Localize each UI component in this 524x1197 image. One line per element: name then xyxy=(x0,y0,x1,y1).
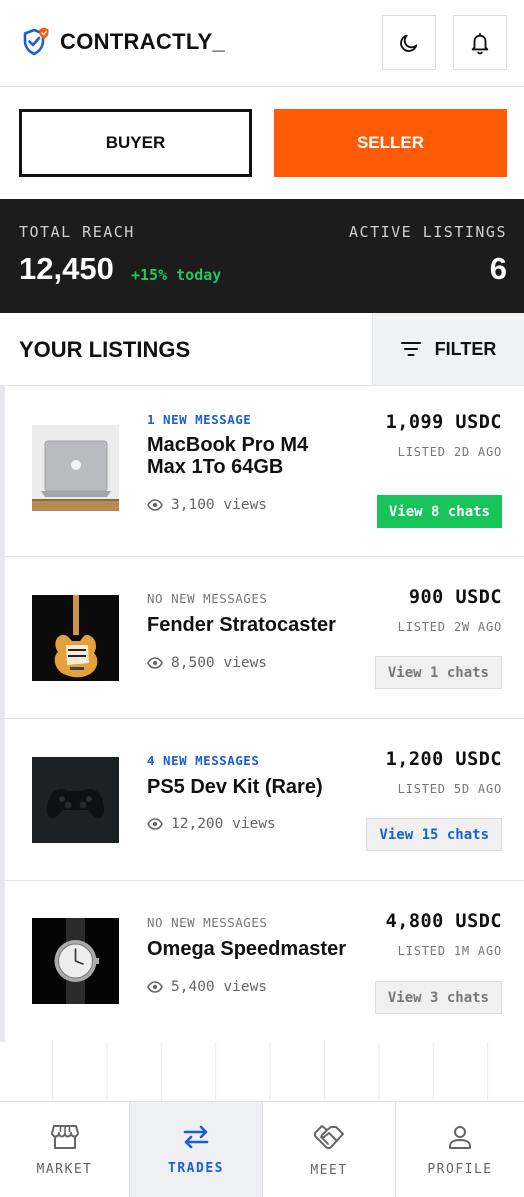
nav-market[interactable]: MARKET xyxy=(0,1102,130,1197)
active-listings-label: ACTIVE LISTINGS xyxy=(349,223,507,241)
total-reach-label: TOTAL REACH xyxy=(19,223,135,241)
eye-icon xyxy=(147,657,163,669)
listing-price: 900 USDC xyxy=(408,587,502,608)
macbook-thumbnail xyxy=(32,425,119,511)
filter-icon xyxy=(400,342,421,356)
watch-thumbnail xyxy=(32,918,119,1004)
views-text: 8,500 views xyxy=(171,655,268,671)
views-text: 5,400 views xyxy=(171,979,268,995)
message-status: 4 NEW MESSAGES xyxy=(147,753,260,768)
nav-trades[interactable]: TRADES xyxy=(130,1102,263,1197)
views-text: 12,200 views xyxy=(171,816,276,832)
message-status: NO NEW MESSAGES xyxy=(147,591,268,606)
notifications-button[interactable] xyxy=(453,15,507,70)
listing-price: 4,800 USDC xyxy=(385,911,502,932)
theme-toggle-button[interactable] xyxy=(382,15,436,70)
view-chats-button[interactable]: View 15 chats xyxy=(366,818,502,851)
total-reach-delta: +15% today xyxy=(131,266,222,284)
view-chats-button[interactable]: View 8 chats xyxy=(376,495,502,528)
nav-label: PROFILE xyxy=(427,1161,493,1177)
store-icon xyxy=(50,1124,79,1149)
shield-logo-icon xyxy=(23,27,49,56)
message-status: NO NEW MESSAGES xyxy=(147,915,268,930)
views-count: 3,100 views xyxy=(147,497,267,513)
nav-label: TRADES xyxy=(168,1160,224,1176)
bottom-nav: MARKET TRADES MEET PROFILE xyxy=(0,1101,524,1197)
seller-role-button[interactable]: SELLER xyxy=(274,109,507,177)
total-reach-value: 12,450 xyxy=(19,251,114,286)
listing-price: 1,099 USDC xyxy=(385,412,502,433)
listings-title: YOUR LISTINGS xyxy=(19,337,191,362)
listing-card[interactable]: 4 NEW MESSAGES PS5 Dev Kit (Rare) 12,200… xyxy=(5,719,524,881)
stats-panel: TOTAL REACH 12,450 +15% today ACTIVE LIS… xyxy=(0,199,524,313)
filter-button[interactable]: FILTER xyxy=(372,313,524,385)
listed-time: LISTED 2W AGO xyxy=(397,620,502,634)
buyer-role-button[interactable]: BUYER xyxy=(19,109,252,177)
message-status: 1 NEW MESSAGE xyxy=(147,412,252,427)
moon-icon xyxy=(400,34,418,52)
listing-title: Fender Stratocaster xyxy=(147,614,336,636)
listings-header: YOUR LISTINGS FILTER xyxy=(0,313,524,386)
swap-arrows-icon xyxy=(183,1125,209,1148)
view-chats-button[interactable]: View 1 chats xyxy=(374,656,502,689)
listing-title: PS5 Dev Kit (Rare) xyxy=(147,776,323,798)
nav-profile[interactable]: PROFILE xyxy=(396,1102,524,1197)
nav-meet[interactable]: MEET xyxy=(263,1102,396,1197)
guitar-thumbnail xyxy=(32,595,119,681)
eye-icon xyxy=(147,499,163,511)
listing-title: MacBook Pro M4 Max 1To 64GB xyxy=(147,434,309,478)
view-chats-button[interactable]: View 3 chats xyxy=(374,981,502,1014)
views-count: 8,500 views xyxy=(147,655,267,671)
handshake-icon xyxy=(314,1124,344,1149)
listed-time: LISTED 2D AGO xyxy=(397,445,502,459)
listing-card[interactable]: NO NEW MESSAGES Fender Stratocaster 8,50… xyxy=(5,557,524,719)
background-grid xyxy=(0,1042,524,1101)
listings-list: 1 NEW MESSAGE MacBook Pro M4 Max 1To 64G… xyxy=(0,386,524,1042)
user-icon xyxy=(449,1125,471,1149)
listing-card[interactable]: 1 NEW MESSAGE MacBook Pro M4 Max 1To 64G… xyxy=(5,386,524,557)
active-listings-value: 6 xyxy=(489,251,507,286)
nav-label: MARKET xyxy=(36,1161,93,1177)
listing-price: 1,200 USDC xyxy=(385,749,502,770)
filter-label: FILTER xyxy=(434,338,497,359)
listing-title: Omega Speedmaster xyxy=(147,938,346,960)
views-count: 12,200 views xyxy=(147,816,276,832)
controller-thumbnail xyxy=(32,757,119,843)
eye-icon xyxy=(147,981,163,993)
nav-label: MEET xyxy=(310,1162,348,1178)
app-header: CONTRACTLY_ xyxy=(0,0,524,87)
listed-time: LISTED 5D AGO xyxy=(397,782,502,796)
views-text: 3,100 views xyxy=(171,497,268,513)
listed-time: LISTED 1M AGO xyxy=(397,944,502,958)
bell-icon xyxy=(471,32,489,54)
eye-icon xyxy=(147,818,163,830)
listing-card[interactable]: NO NEW MESSAGES Omega Speedmaster 5,400 … xyxy=(5,881,524,1042)
brand-name: CONTRACTLY_ xyxy=(60,29,226,54)
views-count: 5,400 views xyxy=(147,979,267,995)
